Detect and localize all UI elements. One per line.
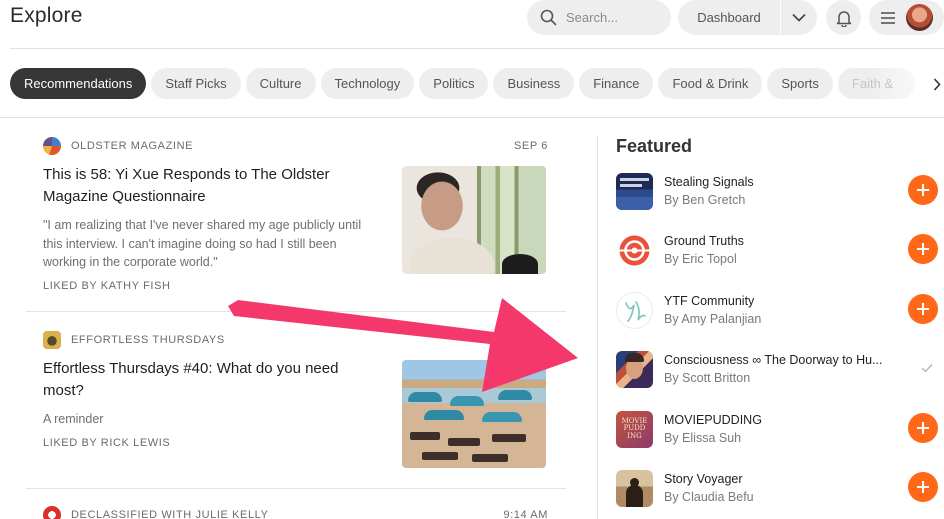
post-thumbnail[interactable] [402, 166, 546, 274]
notifications-button[interactable] [826, 0, 861, 35]
post-divider [26, 488, 566, 489]
post-thumbnail[interactable] [402, 360, 546, 468]
featured-name: Story Voyager [664, 471, 743, 486]
post-card[interactable]: EFFORTLESS THURSDAYS Effortless Thursday… [43, 331, 548, 468]
category-tabs: Recommendations Staff Picks Culture Technol… [10, 68, 944, 100]
featured-name: Consciousness ∞ The Doorway to Hu... [664, 352, 883, 367]
chevron-right-icon [933, 77, 941, 91]
post-subtitle: "I am realizing that I've never shared m… [43, 218, 362, 269]
post-meta: OLDSTER MAGAZINE SEP 6 [43, 137, 548, 155]
subscribed-indicator[interactable] [917, 358, 937, 378]
dashboard-split-button: Dashboard [678, 0, 817, 35]
hamburger-menu-icon [881, 11, 895, 24]
tab-recommendations[interactable]: Recommendations [10, 68, 147, 99]
tab-finance[interactable]: Finance [579, 68, 654, 99]
dashboard-dropdown-button[interactable] [781, 13, 817, 22]
publication-name[interactable]: OLDSTER MAGAZINE [71, 140, 514, 152]
featured-author: By Claudia Befu [664, 489, 754, 504]
plus-icon [917, 422, 929, 434]
featured-name: MOVIEPUDDING [664, 412, 762, 427]
featured-author: By Eric Topol [664, 251, 737, 266]
subscribe-button[interactable] [908, 234, 938, 264]
featured-item[interactable]: Story Voyager By Claudia Befu [616, 468, 944, 508]
top-header: Explore Search... Dashboard [0, 0, 944, 50]
publication-name[interactable]: EFFORTLESS THURSDAYS [71, 334, 548, 346]
tab-business[interactable]: Business [493, 68, 575, 99]
post-meta: DECLASSIFIED WITH JULIE KELLY 9:14 AM [43, 506, 548, 519]
liked-by-label: LIKED BY KATHY FISH [43, 279, 171, 292]
page-title: Explore [10, 4, 83, 27]
featured-item[interactable]: Ground Truths By Eric Topol [616, 230, 944, 270]
post-card[interactable]: DECLASSIFIED WITH JULIE KELLY 9:14 AM [43, 506, 548, 519]
post-title[interactable]: This is 58: Yi Xue Responds to The Oldst… [43, 164, 383, 208]
avatar [906, 4, 933, 31]
categories-scroll-right-button[interactable] [930, 71, 944, 97]
featured-author: By Elissa Suh [664, 430, 742, 445]
publication-logo: MOVIE PUDD ING [616, 410, 653, 448]
plus-icon [917, 303, 929, 315]
search-input[interactable]: Search... [527, 0, 671, 35]
publication-logo [616, 172, 653, 210]
categories-divider [0, 117, 944, 118]
plus-icon [917, 243, 929, 255]
featured-author: By Amy Palanjian [664, 311, 762, 326]
featured-item[interactable]: YTF Community By Amy Palanjian [616, 290, 944, 330]
publication-logo-text: MOVIE PUDD ING [621, 416, 648, 440]
publication-name[interactable]: DECLASSIFIED WITH JULIE KELLY [71, 509, 503, 519]
subscribe-button[interactable] [908, 175, 938, 205]
account-menu-button[interactable] [869, 0, 944, 35]
tab-technology[interactable]: Technology [320, 68, 415, 99]
publication-logo [616, 291, 653, 329]
plus-icon [917, 184, 929, 196]
publication-logo [43, 137, 61, 155]
chevron-down-icon [792, 13, 806, 22]
subscribe-button[interactable] [908, 472, 938, 502]
featured-item[interactable]: Consciousness ∞ The Doorway to Hu... By … [616, 349, 944, 389]
publication-logo [616, 231, 653, 269]
featured-name: Stealing Signals [664, 174, 754, 189]
dashboard-button[interactable]: Dashboard [678, 10, 780, 25]
publication-logo [43, 506, 61, 519]
tab-culture[interactable]: Culture [245, 68, 316, 99]
subscribe-button[interactable] [908, 294, 938, 324]
featured-author: By Scott Britton [664, 370, 751, 385]
featured-name: YTF Community [664, 293, 755, 308]
checkmark-icon [921, 364, 933, 373]
post-divider [26, 311, 566, 312]
featured-heading: Featured [616, 136, 693, 156]
tab-food-drink[interactable]: Food & Drink [658, 68, 763, 99]
post-subtitle: A reminder [43, 412, 104, 426]
featured-item[interactable]: Stealing Signals By Ben Gretch [616, 171, 944, 211]
tab-politics[interactable]: Politics [419, 68, 489, 99]
tab-sports[interactable]: Sports [767, 68, 833, 99]
post-date: 9:14 AM [503, 509, 548, 519]
post-date: SEP 6 [514, 140, 548, 152]
publication-logo [616, 350, 653, 388]
sidebar-divider [597, 136, 598, 519]
subscribe-button[interactable] [908, 413, 938, 443]
search-placeholder: Search... [566, 10, 619, 25]
plus-icon [917, 481, 929, 493]
featured-name: Ground Truths [664, 233, 744, 248]
publication-logo [43, 331, 61, 349]
featured-item[interactable]: MOVIE PUDD ING MOVIEPUDDING By Elissa Su… [616, 409, 944, 449]
publication-logo [616, 469, 653, 507]
search-icon [540, 9, 557, 26]
post-title[interactable]: Effortless Thursdays #40: What do you ne… [43, 358, 383, 402]
post-card[interactable]: OLDSTER MAGAZINE SEP 6 This is 58: Yi Xu… [43, 137, 548, 292]
tab-staff-picks[interactable]: Staff Picks [151, 68, 241, 99]
tab-faith[interactable]: Faith & [837, 68, 916, 99]
bell-icon [836, 10, 851, 27]
header-divider [10, 48, 944, 49]
post-meta: EFFORTLESS THURSDAYS [43, 331, 548, 349]
featured-author: By Ben Gretch [664, 192, 746, 207]
